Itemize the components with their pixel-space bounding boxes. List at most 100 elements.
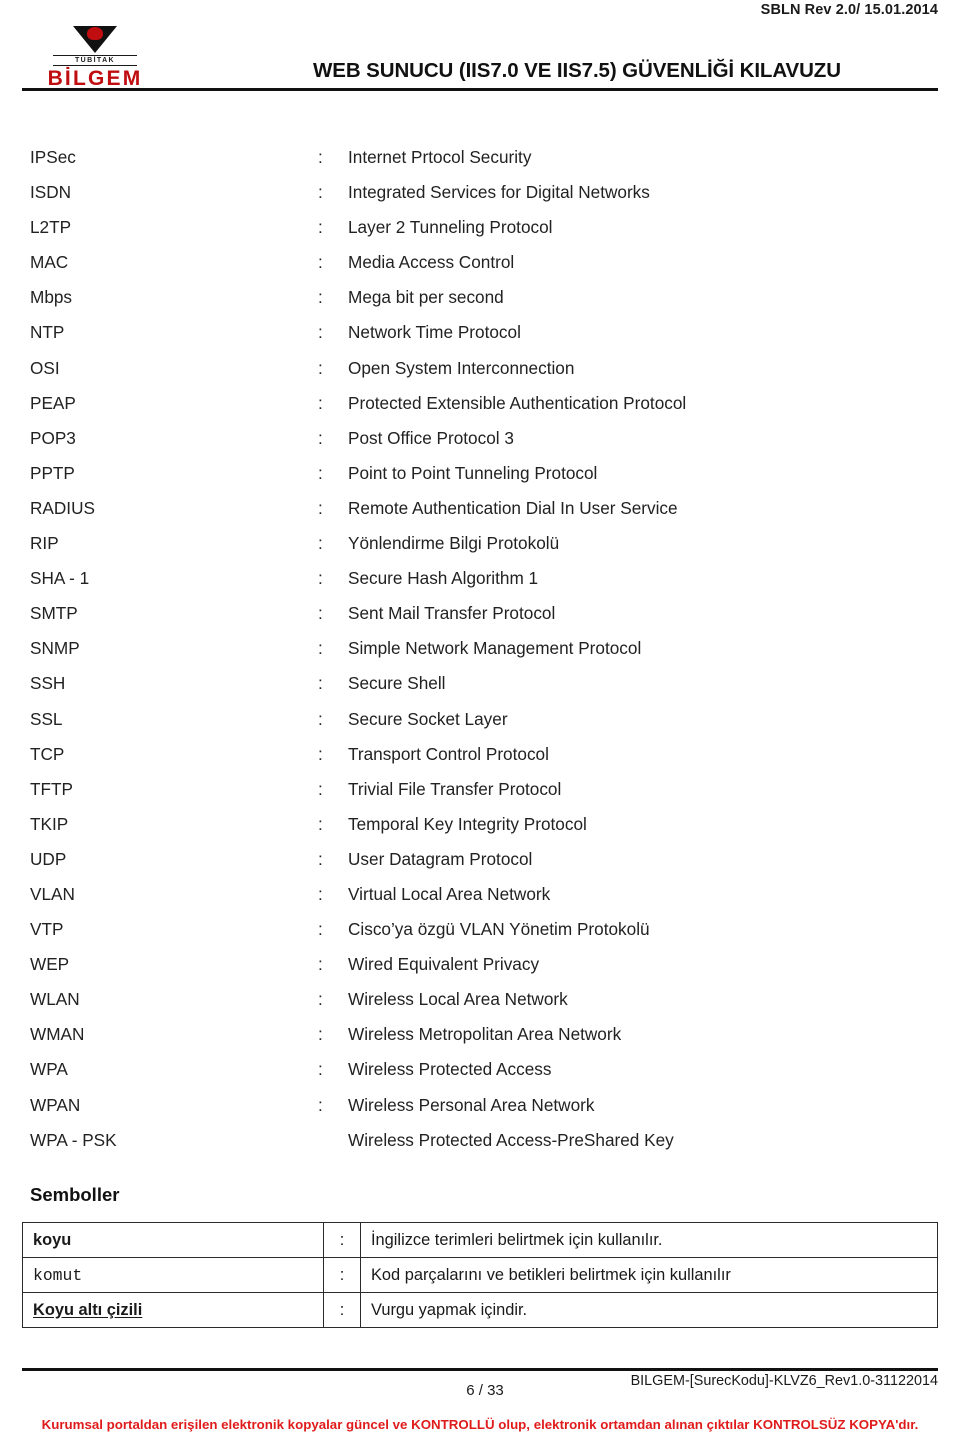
symbols-heading: Semboller: [30, 1184, 120, 1205]
abbreviation-row: WPA - PSK Wireless Protected Access-PreSh…: [30, 1123, 930, 1158]
symbol-separator: :: [323, 1292, 361, 1328]
abbreviation-term: SSL: [30, 708, 63, 729]
abbreviation-row: RIP: Yönlendirme Bilgi Protokolü: [30, 526, 930, 561]
abbreviation-separator: :: [318, 217, 323, 238]
abbreviation-term: TCP: [30, 743, 65, 764]
abbreviation-definition: Wireless Protected Access: [348, 1059, 552, 1080]
abbreviation-term: L2TP: [30, 217, 72, 238]
abbreviation-row: SNMP: Simple Network Management Protocol: [30, 631, 930, 666]
abbreviation-term: IPSec: [30, 147, 76, 167]
abbreviation-separator: :: [318, 989, 323, 1010]
abbreviation-separator: :: [318, 1094, 323, 1115]
abbreviation-term: MAC: [30, 252, 69, 273]
abbreviation-separator: :: [318, 1059, 323, 1080]
symbols-table: koyu: İngilizce terimleri belirtmek için …: [22, 1222, 938, 1328]
abbreviation-term: PPTP: [30, 462, 75, 483]
abbreviation-term: RIP: [30, 533, 59, 554]
abbreviation-term: SMTP: [30, 603, 78, 624]
abbreviation-definition: Trivial File Transfer Protocol: [348, 778, 562, 799]
abbreviation-term: OSI: [30, 357, 60, 378]
abbreviation-separator: :: [318, 603, 323, 624]
symbol-separator: :: [323, 1222, 361, 1258]
abbreviation-row: SSL: Secure Socket Layer: [30, 702, 930, 737]
abbreviation-separator: :: [318, 182, 323, 203]
abbreviation-row: SHA - 1: Secure Hash Algorithm 1: [30, 561, 930, 596]
footer-notice: Kurumsal portaldan erişilen elektronik k…: [41, 1417, 919, 1432]
abbreviation-definition: Secure Shell: [348, 673, 446, 694]
page-title: WEB SUNUCU (IIS7.0 VE IIS7.5) GÜVENLİĞİ …: [313, 59, 841, 82]
abbreviation-row: OSI: Open System Interconnection: [30, 351, 930, 386]
abbreviation-term: NTP: [30, 322, 65, 343]
abbreviation-term: TKIP: [30, 813, 69, 834]
abbreviation-row: TCP: Transport Control Protocol: [30, 737, 930, 772]
symbol-key: Koyu altı çizili: [22, 1292, 324, 1328]
abbreviation-definition: Point to Point Tunneling Protocol: [348, 462, 598, 483]
abbreviation-definition: Layer 2 Tunneling Protocol: [348, 217, 553, 238]
symbol-key: komut: [22, 1257, 324, 1293]
symbol-separator: :: [323, 1257, 361, 1293]
abbreviation-term: Mbps: [30, 287, 73, 308]
footer-document-code: BILGEM-[SurecKodu]-KLVZ6_Rev1.0-31122014: [630, 1373, 938, 1389]
abbreviation-term: WPAN: [30, 1094, 81, 1115]
abbreviation-definition: Transport Control Protocol: [348, 743, 549, 764]
abbreviation-definition: Temporal Key Integrity Protocol: [348, 813, 587, 834]
abbreviation-row: WMAN: Wireless Metropolitan Area Network: [30, 1017, 930, 1052]
abbreviation-definition: Wireless Local Area Network: [348, 989, 568, 1010]
abbreviation-separator: :: [318, 147, 323, 167]
abbreviation-definition: User Datagram Protocol: [348, 848, 533, 869]
abbreviation-row: TFTP: Trivial File Transfer Protocol: [30, 772, 930, 807]
abbreviation-definition: Wireless Metropolitan Area Network: [348, 1024, 622, 1045]
abbreviation-term: WEP: [30, 954, 70, 975]
abbreviation-row: ISDN: Integrated Services for Digital Net…: [30, 175, 930, 210]
abbreviation-separator: :: [318, 497, 323, 518]
abbreviation-separator: :: [318, 322, 323, 343]
abbreviation-separator: :: [318, 462, 323, 483]
abbreviation-row: L2TP: Layer 2 Tunneling Protocol: [30, 210, 930, 245]
abbreviation-definition: Internet Prtocol Security: [348, 147, 532, 167]
symbol-key: koyu: [22, 1222, 324, 1258]
abbreviation-definition: Mega bit per second: [348, 287, 504, 308]
document-header: TÜBİTAK BİLGEM WEB SUNUCU (IIS7.0 VE IIS…: [22, 26, 938, 92]
abbreviation-row: WLAN: Wireless Local Area Network: [30, 982, 930, 1017]
abbreviation-separator: :: [318, 883, 323, 904]
abbreviation-definition: Sent Mail Transfer Protocol: [348, 603, 556, 624]
abbreviation-term: UDP: [30, 848, 67, 869]
abbreviation-term: VLAN: [30, 883, 75, 904]
abbreviation-row: VTP: Cisco’ya özgü VLAN Yönetim Protokolü: [30, 912, 930, 947]
abbreviation-row: TKIP: Temporal Key Integrity Protocol: [30, 807, 930, 842]
abbreviation-definition: Post Office Protocol 3: [348, 427, 514, 448]
red-dot-icon: [87, 27, 103, 40]
logo-institute-label: TÜBİTAK: [53, 55, 137, 66]
abbreviation-row: WPAN: Wireless Personal Area Network: [30, 1088, 930, 1123]
abbreviation-row: IPSec: Internet Prtocol Security: [30, 140, 930, 175]
abbreviation-definition: Wireless Personal Area Network: [348, 1094, 595, 1115]
symbol-meaning: Vurgu yapmak içindir.: [360, 1292, 938, 1328]
abbreviation-separator: :: [318, 813, 323, 834]
abbreviation-separator: :: [318, 743, 323, 764]
page-number: 6 / 33: [466, 1382, 504, 1399]
abbreviation-term: SNMP: [30, 638, 80, 659]
abbreviation-term: RADIUS: [30, 497, 95, 518]
abbreviation-definition: Secure Socket Layer: [348, 708, 508, 729]
abbreviation-term: VTP: [30, 919, 64, 940]
abbreviation-row: RADIUS: Remote Authentication Dial In Use…: [30, 491, 930, 526]
abbreviation-row: SSH: Secure Shell: [30, 666, 930, 701]
abbreviation-row: WPA: Wireless Protected Access: [30, 1052, 930, 1087]
abbreviation-definition: Yönlendirme Bilgi Protokolü: [348, 533, 560, 554]
abbreviation-definition: Integrated Services for Digital Networks: [348, 182, 650, 203]
tubitak-triangle-icon: [73, 26, 117, 56]
abbreviation-list: IPSec: Internet Prtocol Security ISDN: Inte…: [30, 140, 930, 1158]
abbreviation-definition: Open System Interconnection: [348, 357, 575, 378]
abbreviation-separator: :: [318, 919, 323, 940]
abbreviation-definition: Wireless Protected Access-PreShared Key: [348, 1129, 674, 1150]
abbreviation-separator: :: [318, 568, 323, 589]
abbreviation-row: VLAN: Virtual Local Area Network: [30, 877, 930, 912]
abbreviation-definition: Remote Authentication Dial In User Servi…: [348, 497, 678, 518]
symbol-meaning: İngilizce terimleri belirtmek için kulla…: [360, 1222, 938, 1258]
symbols-table-row: Koyu altı çizili: Vurgu yapmak içindir.: [22, 1292, 938, 1328]
abbreviation-separator: :: [318, 848, 323, 869]
abbreviation-separator: :: [318, 1024, 323, 1045]
abbreviation-row: UDP: User Datagram Protocol: [30, 842, 930, 877]
abbreviation-term: ISDN: [30, 182, 72, 203]
abbreviation-row: WEP: Wired Equivalent Privacy: [30, 947, 930, 982]
